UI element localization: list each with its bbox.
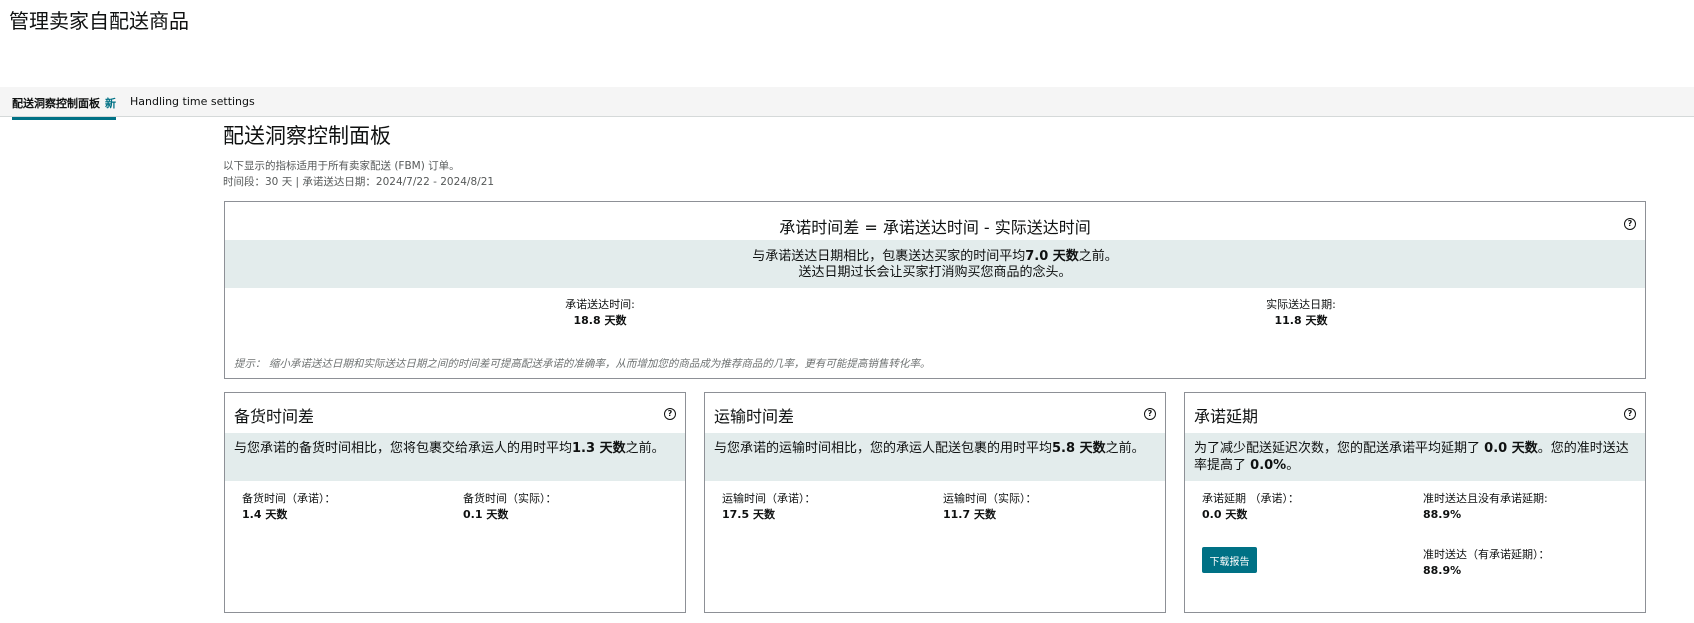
metric-label: 准时送达且没有承诺延期: xyxy=(1423,492,1548,505)
metric-value: 18.8 天数 xyxy=(573,314,627,327)
card-title: 承诺时间差 = 承诺送达时间 - 实际送达时间 xyxy=(779,218,1091,237)
band-value: 7.0 天数 xyxy=(1025,249,1079,264)
band-text: 为了减少配送延迟次数，您的配送承诺平均延期了 xyxy=(1194,441,1481,456)
band-text: 与您承诺的备货时间相比，您将包裹交给承运人的用时平均 xyxy=(234,441,573,456)
metric-value: 11.7 天数 xyxy=(943,508,996,521)
card-title: 运输时间差 xyxy=(714,407,795,426)
tab-shipping-insights[interactable]: 配送洞察控制面板新 xyxy=(12,95,116,120)
band-text: 与您承诺的运输时间相比，您的承运人配送包裹的用时平均 xyxy=(714,441,1053,456)
card-band: 与您承诺的运输时间相比，您的承运人配送包裹的用时平均5.8 天数之前。 xyxy=(705,433,1165,481)
help-icon[interactable]: ? xyxy=(1624,218,1636,230)
card-band: 与您承诺的备货时间相比，您将包裹交给承运人的用时平均1.3 天数之前。 xyxy=(225,433,685,481)
band-text: 。 xyxy=(1286,458,1300,473)
help-icon[interactable]: ? xyxy=(664,408,676,420)
metric-label: 实际送达日期: xyxy=(1266,298,1336,311)
actual-delivery-metric: 实际送达日期: 11.8 天数 xyxy=(1251,297,1351,329)
promised-transit-metric: 运输时间（承诺）： 17.5 天数 xyxy=(722,491,816,523)
band-value: 5.8 天数 xyxy=(1052,441,1106,456)
metric-label: 准时送达（有承诺延期）： xyxy=(1423,548,1550,561)
actual-transit-metric: 运输时间（实际）： 11.7 天数 xyxy=(943,491,1037,523)
metric-label: 备货时间（承诺）： xyxy=(242,492,336,505)
ontime-no-extension-metric: 准时送达且没有承诺延期: 88.9% xyxy=(1423,491,1548,523)
band-value: 0.0 天数 xyxy=(1484,441,1538,456)
hint-text: 提示： 缩小承诺送达日期和实际送达日期之间的时间差可提高配送承诺的准确率，从而增… xyxy=(234,358,931,370)
dashboard-description: 以下显示的指标适用于所有卖家配送 (FBM) 订单。 时间段：30 天 | 承诺… xyxy=(223,158,494,190)
help-icon[interactable]: ? xyxy=(1144,408,1156,420)
metric-label: 备货时间（实际）： xyxy=(463,492,557,505)
new-badge: 新 xyxy=(105,97,116,110)
page-title: 管理卖家自配送商品 xyxy=(9,9,189,33)
download-report-button[interactable]: 下载报告 xyxy=(1202,547,1257,573)
metric-value: 0.0 天数 xyxy=(1202,508,1248,521)
band-line-2: 送达日期过长会让买家打消购买您商品的念头。 xyxy=(798,265,1072,280)
metric-value: 1.4 天数 xyxy=(242,508,288,521)
ontime-with-extension-metric: 准时送达（有承诺延期）： 88.9% xyxy=(1423,547,1550,579)
band-text: 之前。 xyxy=(1078,249,1118,264)
tab-bar: 配送洞察控制面板新 Handling time settings xyxy=(0,87,1694,120)
metric-label: 运输时间（实际）： xyxy=(943,492,1037,505)
metric-value: 0.1 天数 xyxy=(463,508,509,521)
metric-value: 88.9% xyxy=(1423,564,1462,577)
metric-label: 运输时间（承诺）： xyxy=(722,492,816,505)
card-title: 承诺延期 xyxy=(1194,407,1259,426)
help-icon[interactable]: ? xyxy=(1624,408,1636,420)
description-line: 以下显示的指标适用于所有卖家配送 (FBM) 订单。 xyxy=(223,160,460,172)
metric-label: 承诺延期 （承诺）： xyxy=(1202,492,1299,505)
tab-label: 配送洞察控制面板 xyxy=(12,97,100,110)
metric-value: 17.5 天数 xyxy=(722,508,775,521)
handling-time-gap-card: 备货时间差 ? 与您承诺的备货时间相比，您将包裹交给承运人的用时平均1.3 天数… xyxy=(224,392,686,613)
metric-label: 承诺送达时间: xyxy=(565,298,635,311)
band-text: 之前。 xyxy=(625,441,665,456)
promised-handling-metric: 备货时间（承诺）： 1.4 天数 xyxy=(242,491,336,523)
dashboard-title: 配送洞察控制面板 xyxy=(223,124,391,148)
summary-band: 与承诺送达日期相比，包裹送达买家的时间平均7.0 天数之前。 送达日期过长会让买… xyxy=(225,240,1645,288)
promise-extension-card: 承诺延期 ? 为了减少配送延迟次数，您的配送承诺平均延期了 0.0 天数。您的准… xyxy=(1184,392,1646,613)
band-line-1: 与承诺送达日期相比，包裹送达买家的时间平均7.0 天数之前。 xyxy=(225,249,1645,265)
transit-time-gap-card: 运输时间差 ? 与您承诺的运输时间相比，您的承运人配送包裹的用时平均5.8 天数… xyxy=(704,392,1166,613)
metric-value: 11.8 天数 xyxy=(1274,314,1328,327)
band-text: 之前。 xyxy=(1105,441,1145,456)
period-line: 时间段：30 天 | 承诺送达日期：2024/7/22 - 2024/8/21 xyxy=(223,176,495,188)
band-value: 0.0% xyxy=(1250,458,1287,473)
tab-handling-time-settings[interactable]: Handling time settings xyxy=(130,95,255,108)
promised-delivery-metric: 承诺送达时间: 18.8 天数 xyxy=(550,297,650,329)
card-title: 备货时间差 xyxy=(234,407,315,426)
promise-extension-metric: 承诺延期 （承诺）： 0.0 天数 xyxy=(1202,491,1299,523)
band-text: 与承诺送达日期相比，包裹送达买家的时间平均 xyxy=(752,249,1026,264)
metric-value: 88.9% xyxy=(1423,508,1462,521)
promise-time-gap-card: 承诺时间差 = 承诺送达时间 - 实际送达时间 ? 与承诺送达日期相比，包裹送达… xyxy=(224,201,1646,379)
card-band: 为了减少配送延迟次数，您的配送承诺平均延期了 0.0 天数。您的准时送达率提高了… xyxy=(1185,433,1645,481)
band-value: 1.3 天数 xyxy=(572,441,626,456)
actual-handling-metric: 备货时间（实际）： 0.1 天数 xyxy=(463,491,557,523)
